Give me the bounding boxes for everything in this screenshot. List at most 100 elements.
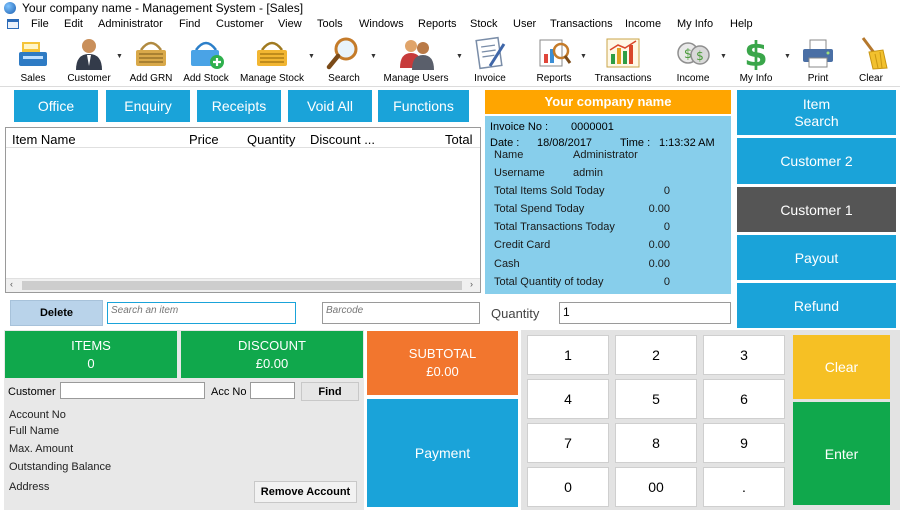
menu-file[interactable]: File: [31, 16, 49, 33]
barcode-input[interactable]: Barcode: [322, 302, 480, 324]
col-item-name[interactable]: Item Name: [12, 132, 76, 147]
chevron-down-icon[interactable]: ▼: [308, 53, 315, 60]
acc-no-input[interactable]: [250, 382, 295, 399]
col-quantity[interactable]: Quantity: [247, 132, 295, 147]
col-price[interactable]: Price: [189, 132, 219, 147]
menu-tools[interactable]: Tools: [317, 16, 343, 33]
key-8[interactable]: 8: [615, 423, 697, 463]
toolbar-my-info-button[interactable]: $ My Info ▼: [734, 33, 791, 87]
items-grid[interactable]: Item Name Price Quantity Discount ... To…: [5, 127, 481, 293]
key-6[interactable]: 6: [703, 379, 785, 419]
name-label: Name: [494, 149, 524, 161]
items-count: 0: [87, 355, 95, 371]
customer-input[interactable]: [60, 382, 205, 399]
key-5[interactable]: 5: [615, 379, 697, 419]
toolbar-clear-button[interactable]: Clear: [850, 33, 892, 87]
payment-button[interactable]: Payment: [367, 399, 518, 507]
chevron-down-icon[interactable]: ▼: [580, 53, 587, 60]
toolbar-customer-button[interactable]: Customer ▼: [62, 33, 123, 87]
invoice-icon: [475, 36, 506, 70]
app-menu-icon[interactable]: [7, 19, 19, 29]
col-total[interactable]: Total: [445, 132, 472, 147]
customer-1-button[interactable]: Customer 1: [737, 187, 896, 232]
item-search-button[interactable]: Item Search: [737, 90, 896, 135]
subtotal-label: SUBTOTAL: [408, 346, 477, 361]
key-7[interactable]: 7: [527, 423, 609, 463]
items-label: ITEMS: [71, 337, 111, 353]
stat-value: 0: [663, 185, 670, 197]
tab-enquiry[interactable]: Enquiry: [106, 90, 190, 122]
chevron-down-icon[interactable]: ▼: [370, 53, 377, 60]
basket-icon: [136, 41, 166, 66]
menu-edit[interactable]: Edit: [64, 16, 83, 33]
outstanding-balance-label: Outstanding Balance: [9, 461, 112, 473]
refund-button[interactable]: Refund: [737, 283, 896, 328]
toolbar-manage-stock-button[interactable]: Manage Stock ▼: [236, 33, 315, 87]
horizontal-scrollbar[interactable]: ‹ ›: [6, 278, 480, 292]
menu-stock[interactable]: Stock: [470, 16, 498, 33]
chevron-down-icon[interactable]: ▼: [720, 53, 727, 60]
toolbar-search-button[interactable]: Search ▼: [322, 33, 377, 87]
menu-my-info[interactable]: My Info: [677, 16, 713, 33]
key-3[interactable]: 3: [703, 335, 785, 375]
tab-void-all[interactable]: Void All: [288, 90, 372, 122]
tab-office[interactable]: Office: [14, 90, 98, 122]
menu-customer[interactable]: Customer: [216, 16, 264, 33]
scrollbar-thumb[interactable]: [22, 281, 462, 290]
key-0[interactable]: 0: [527, 467, 609, 507]
chevron-down-icon[interactable]: ▼: [456, 53, 463, 60]
username-label: Username: [494, 167, 545, 179]
quantity-input[interactable]: 1: [559, 302, 731, 324]
menu-bar: File Edit Administrator Find Customer Vi…: [0, 16, 900, 33]
key-1[interactable]: 1: [527, 335, 609, 375]
key-2[interactable]: 2: [615, 335, 697, 375]
search-input[interactable]: Search an item: [107, 302, 296, 324]
magnifier-icon: [326, 37, 358, 70]
toolbar-add-stock-button[interactable]: Add Stock: [180, 33, 232, 87]
tab-functions[interactable]: Functions: [378, 90, 469, 122]
menu-help[interactable]: Help: [730, 16, 753, 33]
menu-income[interactable]: Income: [625, 16, 661, 33]
customer-2-button[interactable]: Customer 2: [737, 138, 896, 184]
time-label: Time :: [620, 137, 651, 149]
delete-button[interactable]: Delete: [10, 300, 103, 326]
payout-button[interactable]: Payout: [737, 235, 896, 280]
tab-receipts[interactable]: Receipts: [197, 90, 281, 122]
menu-find[interactable]: Find: [179, 16, 200, 33]
stat-label: Total Spend Today: [494, 203, 585, 215]
toolbar-manage-users-button[interactable]: Manage Users ▼: [380, 33, 463, 87]
key-4[interactable]: 4: [527, 379, 609, 419]
remove-account-button[interactable]: Remove Account: [254, 481, 357, 503]
chevron-down-icon[interactable]: ▼: [116, 53, 123, 60]
menu-view[interactable]: View: [278, 16, 302, 33]
toolbar-print-button[interactable]: Print: [796, 33, 840, 87]
subtotal-tile: SUBTOTAL £0.00: [367, 331, 518, 395]
toolbar-add-grn-button[interactable]: Add GRN: [126, 33, 176, 87]
menu-administrator[interactable]: Administrator: [98, 16, 163, 33]
globe-icon: [4, 2, 16, 14]
chevron-down-icon[interactable]: ▼: [784, 53, 791, 60]
enter-button[interactable]: Enter: [793, 402, 890, 505]
menu-transactions[interactable]: Transactions: [550, 16, 613, 33]
key-9[interactable]: 9: [703, 423, 785, 463]
toolbar-invoice-button[interactable]: Invoice: [468, 33, 512, 87]
col-discount[interactable]: Discount ...: [310, 132, 375, 147]
printer-icon: [803, 39, 833, 68]
broom-icon: [861, 37, 888, 70]
menu-user[interactable]: User: [513, 16, 536, 33]
chevron-left-icon[interactable]: ‹: [10, 279, 13, 289]
toolbar-income-button[interactable]: $ $ Income ▼: [668, 33, 727, 87]
menu-windows[interactable]: Windows: [359, 16, 404, 33]
key-decimal[interactable]: .: [703, 467, 785, 507]
stat-label: Total Quantity of today: [494, 276, 604, 288]
toolbar-reports-button[interactable]: Reports ▼: [528, 33, 587, 87]
toolbar-sales-button[interactable]: Sales: [10, 33, 56, 87]
clear-button[interactable]: Clear: [793, 335, 890, 399]
find-button[interactable]: Find: [301, 382, 359, 401]
chevron-right-icon[interactable]: ›: [470, 279, 473, 289]
key-00[interactable]: 00: [615, 467, 697, 507]
coins-icon: $ $: [677, 42, 710, 65]
window-title: Your company name - Management System - …: [22, 1, 304, 15]
menu-reports[interactable]: Reports: [418, 16, 457, 33]
toolbar-transactions-button[interactable]: Transactions: [590, 33, 656, 87]
